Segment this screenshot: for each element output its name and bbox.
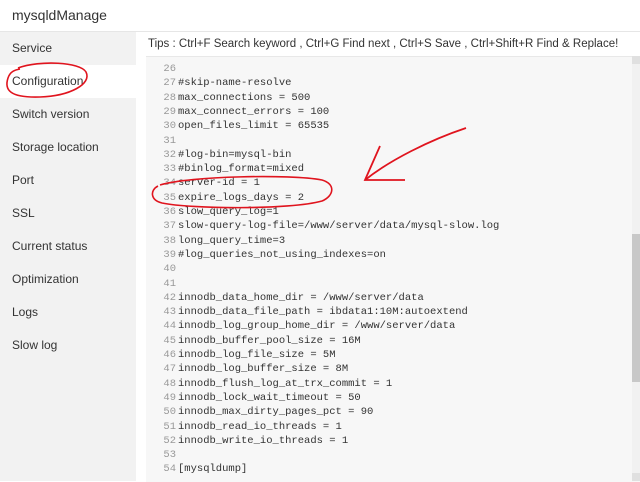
line-number: 43 — [163, 306, 176, 319]
code-line[interactable]: innodb_data_home_dir = /www/server/data — [178, 291, 424, 305]
line-number: 35 — [163, 191, 176, 204]
line-number: 51 — [163, 420, 176, 433]
line-number: 31 — [163, 134, 176, 147]
line-number: 50 — [163, 406, 176, 419]
line-number: 45 — [163, 334, 176, 347]
code-line[interactable]: #skip-name-resolve — [178, 76, 291, 90]
line-number: 27 — [163, 77, 176, 90]
scroll-up-arrow-icon[interactable] — [632, 56, 640, 64]
window-title: mysqldManage — [12, 7, 107, 23]
line-number: 36 — [163, 206, 176, 218]
code-line[interactable]: innodb_write_io_threads = 1 — [178, 434, 348, 448]
line-number: 40 — [163, 263, 176, 276]
line-number: 48 — [163, 377, 176, 390]
code-line[interactable]: open_files_limit = 65535 — [178, 119, 329, 133]
code-line[interactable]: slow_query_log=1 — [178, 205, 279, 219]
line-number: 42 — [163, 291, 176, 304]
sidebar-item-slow-log[interactable]: Slow log — [0, 329, 136, 362]
scrollbar-thumb[interactable] — [632, 234, 640, 382]
line-number: 46 — [163, 349, 176, 361]
code-line[interactable]: innodb_buffer_pool_size = 16M — [178, 334, 361, 348]
sidebar-item-switch-version[interactable]: Switch version — [0, 98, 136, 131]
line-number: 52 — [163, 434, 176, 447]
sidebar-item-ssl[interactable]: SSL — [0, 197, 136, 230]
code-line[interactable]: #log_queries_not_using_indexes=on — [178, 248, 386, 262]
line-number: 54 — [163, 463, 176, 476]
code-line[interactable]: innodb_log_file_size = 5M — [178, 348, 336, 362]
line-number: 49 — [163, 391, 176, 404]
line-number: 28 — [163, 91, 176, 104]
line-number: 37 — [163, 220, 176, 233]
line-number: 32 — [163, 148, 176, 161]
code-line[interactable]: innodb_max_dirty_pages_pct = 90 — [178, 405, 373, 419]
sidebar-item-storage-location[interactable]: Storage location — [0, 131, 136, 164]
config-editor[interactable]: 26 27 #skip-name-resolve 28 max_connections … — [146, 56, 640, 482]
code-line[interactable]: slow-query-log-file=/www/server/data/mys… — [178, 219, 499, 233]
line-number: 47 — [163, 363, 176, 376]
sidebar: Service Configuration Switch version Sto… — [0, 32, 136, 481]
title-bar: mysqldManage — [0, 0, 640, 32]
sidebar-item-configuration[interactable]: Configuration — [0, 65, 136, 98]
line-number: 30 — [163, 120, 176, 133]
code-line[interactable]: #log-bin=mysql-bin — [178, 148, 291, 162]
line-number: 44 — [163, 320, 176, 333]
sidebar-item-logs[interactable]: Logs — [0, 296, 136, 329]
code-line[interactable]: innodb_log_group_home_dir = /www/server/… — [178, 319, 455, 333]
code-line[interactable]: server-id = 1 — [178, 176, 260, 190]
line-number: 29 — [163, 105, 176, 118]
tips-text: Tips : Ctrl+F Search keyword , Ctrl+G Fi… — [148, 38, 619, 50]
line-number: 39 — [163, 248, 176, 261]
line-number: 38 — [163, 234, 176, 247]
line-number: 34 — [163, 177, 176, 190]
code-line[interactable]: expire_logs_days = 2 — [178, 191, 304, 205]
sidebar-item-current-status[interactable]: Current status — [0, 230, 136, 263]
editor-scrollbar[interactable] — [632, 56, 640, 481]
line-number: 26 — [163, 63, 176, 75]
code-line[interactable]: innodb_read_io_threads = 1 — [178, 420, 342, 434]
code-line[interactable]: innodb_log_buffer_size = 8M — [178, 362, 348, 376]
code-line[interactable]: max_connections = 500 — [178, 91, 310, 105]
line-number: 41 — [163, 277, 176, 290]
line-number: 33 — [163, 163, 176, 176]
code-line[interactable]: long_query_time=3 — [178, 234, 285, 248]
code-line[interactable]: innodb_flush_log_at_trx_commit = 1 — [178, 377, 392, 391]
line-number: 53 — [163, 449, 176, 462]
scroll-down-arrow-icon[interactable] — [632, 473, 640, 481]
code-line[interactable]: innodb_data_file_path = ibdata1:10M:auto… — [178, 305, 468, 319]
code-line[interactable]: max_connect_errors = 100 — [178, 105, 329, 119]
code-line[interactable]: [mysqldump] — [178, 462, 247, 476]
main-panel: Tips : Ctrl+F Search keyword , Ctrl+G Fi… — [136, 32, 640, 482]
sidebar-item-optimization[interactable]: Optimization — [0, 263, 136, 296]
sidebar-item-service[interactable]: Service — [0, 32, 136, 65]
code-line[interactable]: #binlog_format=mixed — [178, 162, 304, 176]
sidebar-item-port[interactable]: Port — [0, 164, 136, 197]
code-line[interactable]: innodb_lock_wait_timeout = 50 — [178, 391, 361, 405]
